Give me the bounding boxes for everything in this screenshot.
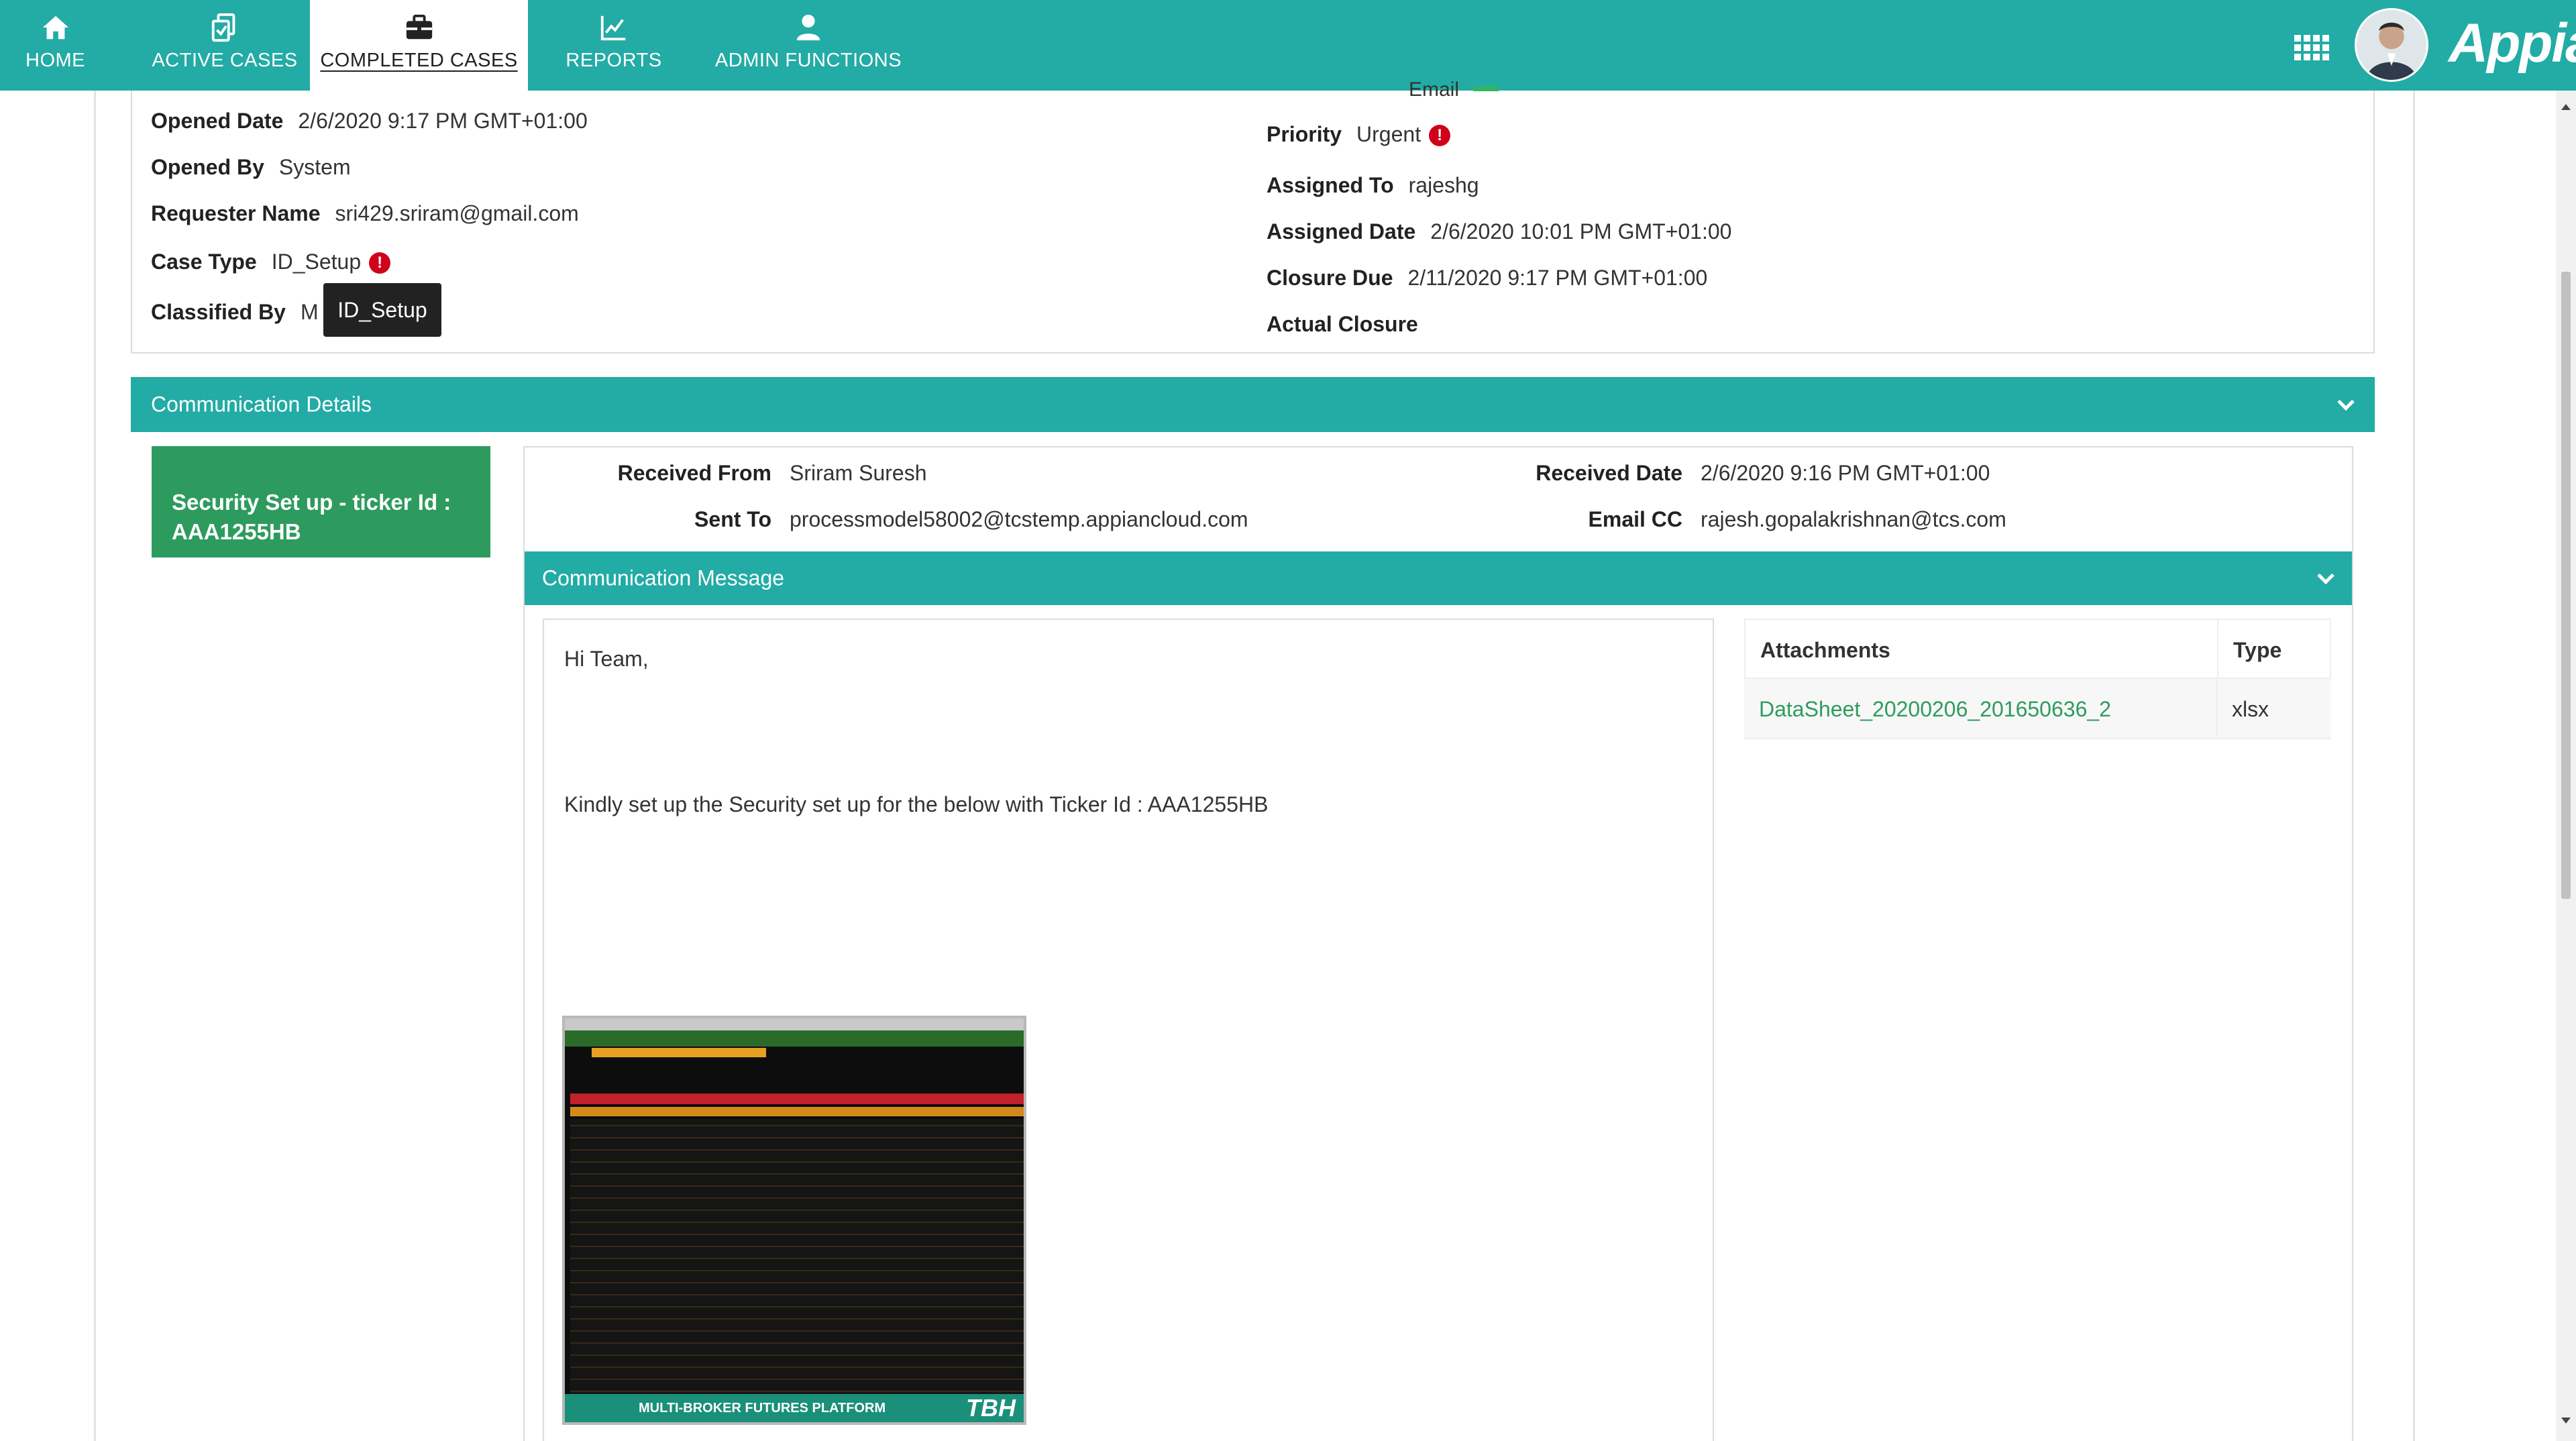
closure-due-value: 2/11/2020 9:17 PM GMT+01:00	[1407, 266, 1708, 290]
scroll-up-icon[interactable]	[2561, 104, 2571, 110]
closure-due-label: Closure Due	[1267, 266, 1393, 290]
opened-date-label: Opened Date	[151, 109, 284, 133]
chevron-down-icon[interactable]	[2317, 567, 2334, 585]
embedded-brand: TBH	[966, 1394, 1016, 1422]
scrollbar-thumb[interactable]	[2561, 272, 2571, 899]
page-border-right	[2413, 91, 2415, 1441]
embedded-red-bar	[570, 1093, 1024, 1104]
assigned-to-label: Assigned To	[1267, 173, 1394, 197]
briefcase-icon	[404, 12, 435, 43]
actual-closure-field: Actual Closure	[1267, 312, 1433, 337]
email-cc-label: Email CC	[1588, 507, 1682, 531]
message-greeting: Hi Team,	[564, 647, 649, 671]
nav-admin-functions-label: ADMIN FUNCTIONS	[714, 50, 902, 71]
page-border-left	[94, 91, 96, 1441]
requester-name-label: Requester Name	[151, 201, 321, 225]
case-type-tooltip: ID_Setup	[323, 283, 441, 337]
embedded-data-rows	[570, 1119, 1024, 1394]
case-type-alert-icon[interactable]: !	[369, 252, 391, 274]
embedded-terminal-screenshot[interactable]: MULTI-BROKER FUTURES PLATFORM TBH	[562, 1016, 1026, 1425]
communication-details-title: Communication Details	[151, 392, 372, 417]
requester-name-field: Requester Name sri429.sriram@gmail.com	[151, 201, 579, 226]
communication-list-item[interactable]: Security Set up - ticker Id : AAA1255HB	[152, 446, 490, 557]
nav-active-cases[interactable]: ACTIVE CASES	[151, 0, 299, 91]
received-from-label: Received From	[617, 461, 771, 485]
email-cc-value: rajesh.gopalakrishnan@tcs.com	[1701, 507, 2006, 532]
nav-reports-label: REPORTS	[566, 50, 662, 71]
email-cutoff-label: Email	[1409, 78, 1460, 101]
embedded-caption-bar: MULTI-BROKER FUTURES PLATFORM TBH	[565, 1394, 1024, 1422]
received-date-text: 2/6/2020 9:16 PM GMT+01:00	[1701, 461, 1990, 485]
attachment-type: xlsx	[2232, 697, 2269, 721]
nav-completed-cases-label: COMPLETED CASES	[320, 50, 518, 71]
user-icon	[793, 12, 824, 43]
top-nav-bar: HOME ACTIVE CASES COMPLETED CASES REPORT…	[0, 0, 2576, 91]
chart-icon	[598, 12, 629, 43]
closure-due-field: Closure Due 2/11/2020 9:17 PM GMT+01:00	[1267, 266, 1707, 290]
assigned-date-value: 2/6/2020 10:01 PM GMT+01:00	[1430, 219, 1732, 244]
classified-by-field: Classified By M	[151, 300, 319, 325]
assigned-date-field: Assigned Date 2/6/2020 10:01 PM GMT+01:00	[1267, 219, 1731, 244]
communication-message-title: Communication Message	[542, 566, 785, 590]
attachments-header-row: Attachments Type	[1744, 619, 2331, 680]
home-icon	[40, 12, 71, 43]
vertical-scrollbar[interactable]	[2556, 91, 2576, 1441]
received-date-value: 2/6/2020 9:16 PM GMT+01:00	[1701, 461, 1990, 486]
nav-completed-cases[interactable]: COMPLETED CASES	[310, 0, 528, 91]
sent-to-label: Sent To	[694, 507, 771, 531]
embedded-caption: MULTI-BROKER FUTURES PLATFORM	[639, 1401, 886, 1416]
appian-logo[interactable]: Appian	[2449, 12, 2576, 75]
received-from-text: Sriram Suresh	[790, 461, 927, 485]
type-col-header: Type	[2233, 638, 2282, 662]
assigned-to-field: Assigned To rajeshg	[1267, 173, 1479, 198]
classified-by-value: M	[300, 300, 319, 324]
communication-message-header[interactable]: Communication Message	[525, 551, 2352, 605]
table-row: DataSheet_20200206_201650636_2 xlsx	[1744, 679, 2331, 739]
received-date-label: Received Date	[1536, 461, 1682, 485]
attachments-col-header: Attachments	[1760, 638, 1890, 662]
active-cases-icon	[209, 12, 240, 43]
attachment-link[interactable]: DataSheet_20200206_201650636_2	[1744, 679, 2111, 739]
opened-by-label: Opened By	[151, 155, 264, 179]
nav-home-label: HOME	[25, 50, 85, 71]
classified-by-label: Classified By	[151, 300, 286, 324]
embedded-toolbar	[565, 1030, 1024, 1047]
priority-value: Urgent	[1356, 122, 1421, 146]
chevron-down-icon[interactable]	[2337, 393, 2355, 411]
nav-active-cases-label: ACTIVE CASES	[152, 50, 298, 71]
app-launcher-icon[interactable]	[2294, 35, 2329, 62]
priority-label: Priority	[1267, 122, 1342, 146]
opened-by-field: Opened By System	[151, 155, 351, 180]
actual-closure-label: Actual Closure	[1267, 312, 1418, 336]
opened-date-value: 2/6/2020 9:17 PM GMT+01:00	[298, 109, 588, 133]
received-from-value: Sriram Suresh	[790, 461, 927, 486]
sent-to-text: processmodel58002@tcstemp.appiancloud.co…	[790, 507, 1248, 531]
communication-details-header[interactable]: Communication Details	[131, 377, 2375, 432]
requester-name-value: sri429.sriram@gmail.com	[335, 201, 579, 225]
email-cc-text: rajesh.gopalakrishnan@tcs.com	[1701, 507, 2006, 531]
embedded-orange-bar	[592, 1048, 766, 1057]
case-type-value[interactable]: ID_Setup	[272, 250, 361, 274]
nav-admin-functions[interactable]: ADMIN FUNCTIONS	[711, 0, 906, 91]
embedded-window-bar	[565, 1018, 1024, 1030]
assigned-date-label: Assigned Date	[1267, 219, 1416, 244]
nav-home[interactable]: HOME	[7, 0, 104, 91]
priority-alert-icon[interactable]: !	[1429, 125, 1451, 146]
opened-date-field: Opened Date 2/6/2020 9:17 PM GMT+01:00	[151, 109, 588, 134]
nav-reports[interactable]: REPORTS	[550, 0, 678, 91]
case-type-field: Case Type ID_Setup!	[151, 250, 391, 274]
embedded-orange-bar-2	[570, 1107, 1024, 1116]
email-status-mark	[1473, 86, 1499, 91]
assigned-to-value: rajeshg	[1408, 173, 1479, 197]
message-text: Kindly set up the Security set up for th…	[564, 792, 1269, 816]
case-type-label: Case Type	[151, 250, 257, 274]
user-avatar[interactable]	[2355, 8, 2428, 82]
scroll-down-icon[interactable]	[2561, 1418, 2571, 1424]
opened-by-value: System	[278, 155, 351, 179]
priority-field: Priority Urgent!	[1267, 122, 1451, 147]
sent-to-value: processmodel58002@tcstemp.appiancloud.co…	[790, 507, 1248, 532]
